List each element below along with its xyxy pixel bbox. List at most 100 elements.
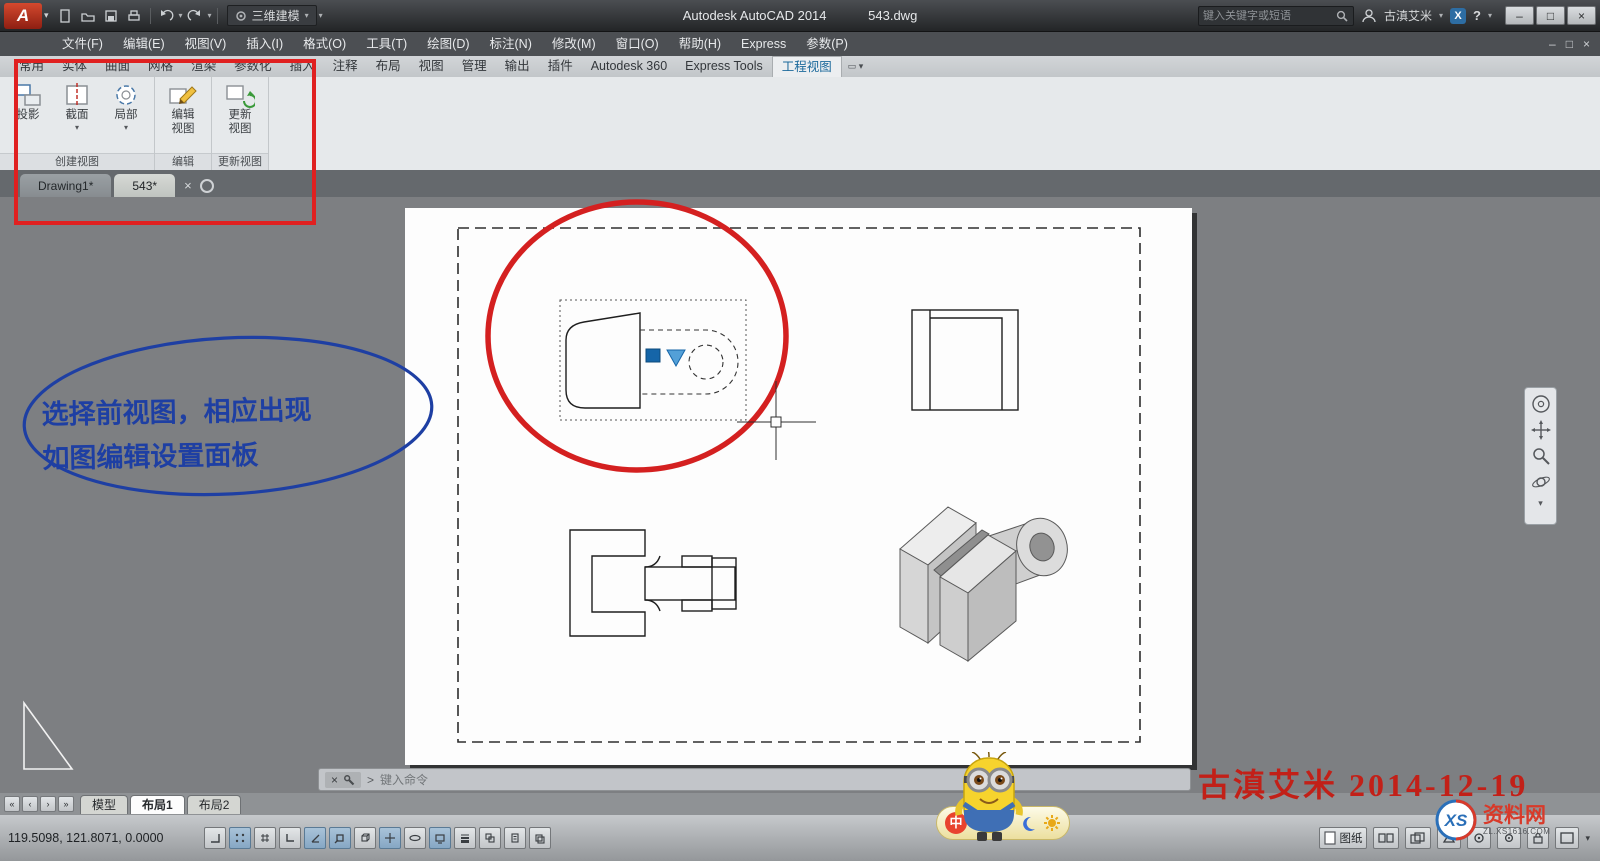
- navbar-more-caret-icon[interactable]: ▾: [1538, 498, 1543, 509]
- tab-layout[interactable]: 布局: [367, 56, 410, 77]
- redo-button[interactable]: [185, 5, 206, 27]
- redo-caret-icon[interactable]: ▾: [208, 11, 212, 20]
- tab-mesh[interactable]: 网格: [139, 56, 182, 77]
- next-layout-button[interactable]: ›: [40, 796, 56, 812]
- tab-layout1[interactable]: 布局1: [130, 795, 185, 814]
- pan-icon[interactable]: [1531, 420, 1551, 440]
- section-caret-icon[interactable]: ▾: [75, 123, 79, 132]
- tab-solid[interactable]: 实体: [53, 56, 96, 77]
- new-file-button[interactable]: [55, 5, 76, 27]
- close-tab-icon[interactable]: ×: [184, 178, 192, 193]
- doc-restore-button[interactable]: □: [1566, 37, 1573, 51]
- status-toggle-polar[interactable]: [304, 827, 326, 849]
- update-view-button[interactable]: 更新 视图: [219, 82, 261, 136]
- layout-paper[interactable]: [405, 208, 1192, 765]
- status-toggle-ducs[interactable]: [404, 827, 426, 849]
- menu-parametric[interactable]: 参数(P): [796, 32, 858, 56]
- file-tab-drawing1[interactable]: Drawing1*: [20, 174, 111, 197]
- undo-button[interactable]: [156, 5, 177, 27]
- search-input[interactable]: [1203, 10, 1335, 22]
- panel-label-update-view[interactable]: 更新视图: [212, 153, 268, 170]
- coordinates-readout[interactable]: 119.5098, 121.8071, 0.0000: [8, 831, 204, 845]
- save-button[interactable]: [101, 5, 122, 27]
- tab-layout2[interactable]: 布局2: [187, 795, 242, 814]
- status-toggle-infer[interactable]: [204, 827, 226, 849]
- tab-home[interactable]: 常用: [10, 56, 53, 77]
- status-toggle-snap[interactable]: [229, 827, 251, 849]
- tab-annotate[interactable]: 注释: [324, 56, 367, 77]
- menu-insert[interactable]: 插入(I): [236, 32, 293, 56]
- menu-tools[interactable]: 工具(T): [356, 32, 417, 56]
- status-toggle-selection-cycling[interactable]: [529, 827, 551, 849]
- clean-screen-button[interactable]: [1555, 827, 1579, 849]
- status-toggle-ortho[interactable]: [279, 827, 301, 849]
- status-toggle-transparency[interactable]: [479, 827, 501, 849]
- help-button[interactable]: ?: [1473, 8, 1481, 23]
- tab-autodesk360[interactable]: Autodesk 360: [582, 56, 676, 77]
- app-menu-caret-icon[interactable]: ▾: [44, 10, 49, 21]
- projection-button[interactable]: 投影: [7, 82, 49, 122]
- doc-close-button[interactable]: ×: [1583, 37, 1590, 51]
- detail-caret-icon[interactable]: ▾: [124, 123, 128, 132]
- menu-dimension[interactable]: 标注(N): [480, 32, 542, 56]
- command-close-icon[interactable]: ×: [331, 773, 338, 787]
- status-toggle-dyn[interactable]: [429, 827, 451, 849]
- tab-drawing-views[interactable]: 工程视图: [772, 56, 842, 77]
- panel-label-create-view[interactable]: 创建视图: [0, 153, 154, 170]
- search-icon[interactable]: [1335, 9, 1349, 23]
- exchange-apps-icon[interactable]: X: [1450, 8, 1466, 24]
- drawing-area[interactable]: 选择前视图，相应出现 如图编辑设置面板 ▾ × >: [0, 197, 1600, 793]
- menu-modify[interactable]: 修改(M): [542, 32, 606, 56]
- customize-wrench-icon[interactable]: [343, 774, 355, 786]
- section-button[interactable]: 截面 ▾: [56, 82, 98, 132]
- menu-file[interactable]: 文件(F): [52, 32, 113, 56]
- status-toggle-quickprops[interactable]: [504, 827, 526, 849]
- doc-minimize-button[interactable]: –: [1549, 37, 1556, 51]
- panel-label-edit[interactable]: 编辑: [155, 153, 211, 170]
- gear-icon[interactable]: [1043, 814, 1061, 832]
- tab-overflow-button[interactable]: [200, 179, 214, 193]
- open-file-button[interactable]: [78, 5, 99, 27]
- help-caret-icon[interactable]: ▾: [1488, 11, 1492, 20]
- quick-view-layouts-button[interactable]: [1373, 827, 1399, 849]
- menu-express[interactable]: Express: [731, 32, 796, 56]
- last-layout-button[interactable]: »: [58, 796, 74, 812]
- tab-manage[interactable]: 管理: [453, 56, 496, 77]
- tab-parametric[interactable]: 参数化: [225, 56, 281, 77]
- signed-in-user[interactable]: 古滇艾米: [1384, 7, 1432, 24]
- ribbon-minimize-button[interactable]: ▭ ▾: [848, 56, 864, 77]
- menu-window[interactable]: 窗口(O): [606, 32, 669, 56]
- plot-button[interactable]: [124, 5, 145, 27]
- tab-output[interactable]: 输出: [496, 56, 539, 77]
- tab-insert[interactable]: 插入: [281, 56, 324, 77]
- file-tab-543[interactable]: 543*: [114, 174, 175, 197]
- tab-express-tools[interactable]: Express Tools: [676, 56, 772, 77]
- navigation-wheel-icon[interactable]: [1531, 394, 1551, 414]
- status-toggle-otrack[interactable]: [379, 827, 401, 849]
- status-toggle-3dosnap[interactable]: [354, 827, 376, 849]
- command-line[interactable]: × >: [318, 768, 1191, 791]
- status-toggle-lineweight[interactable]: [454, 827, 476, 849]
- status-toggle-osnap[interactable]: [329, 827, 351, 849]
- paper-space-button[interactable]: 图纸: [1319, 827, 1367, 849]
- tab-surface[interactable]: 曲面: [96, 56, 139, 77]
- undo-caret-icon[interactable]: ▾: [179, 11, 183, 20]
- menu-edit[interactable]: 编辑(E): [113, 32, 175, 56]
- menu-draw[interactable]: 绘图(D): [417, 32, 479, 56]
- minimize-button[interactable]: –: [1505, 6, 1534, 25]
- status-toggle-grid[interactable]: [254, 827, 276, 849]
- prev-layout-button[interactable]: ‹: [22, 796, 38, 812]
- tab-model[interactable]: 模型: [80, 795, 128, 814]
- tab-render[interactable]: 渲染: [182, 56, 225, 77]
- workspace-selector[interactable]: 三维建模 ▾: [227, 5, 317, 26]
- orbit-icon[interactable]: [1531, 472, 1551, 492]
- close-button[interactable]: ×: [1567, 6, 1596, 25]
- command-input[interactable]: [380, 773, 1184, 787]
- status-menu-caret-icon[interactable]: ▾: [1585, 833, 1590, 844]
- tab-view[interactable]: 视图: [410, 56, 453, 77]
- user-caret-icon[interactable]: ▾: [1439, 11, 1443, 20]
- zoom-icon[interactable]: [1531, 446, 1551, 466]
- edit-view-button[interactable]: 编辑 视图: [162, 82, 204, 136]
- quick-view-drawings-button[interactable]: [1405, 827, 1431, 849]
- detail-button[interactable]: 局部 ▾: [105, 82, 147, 132]
